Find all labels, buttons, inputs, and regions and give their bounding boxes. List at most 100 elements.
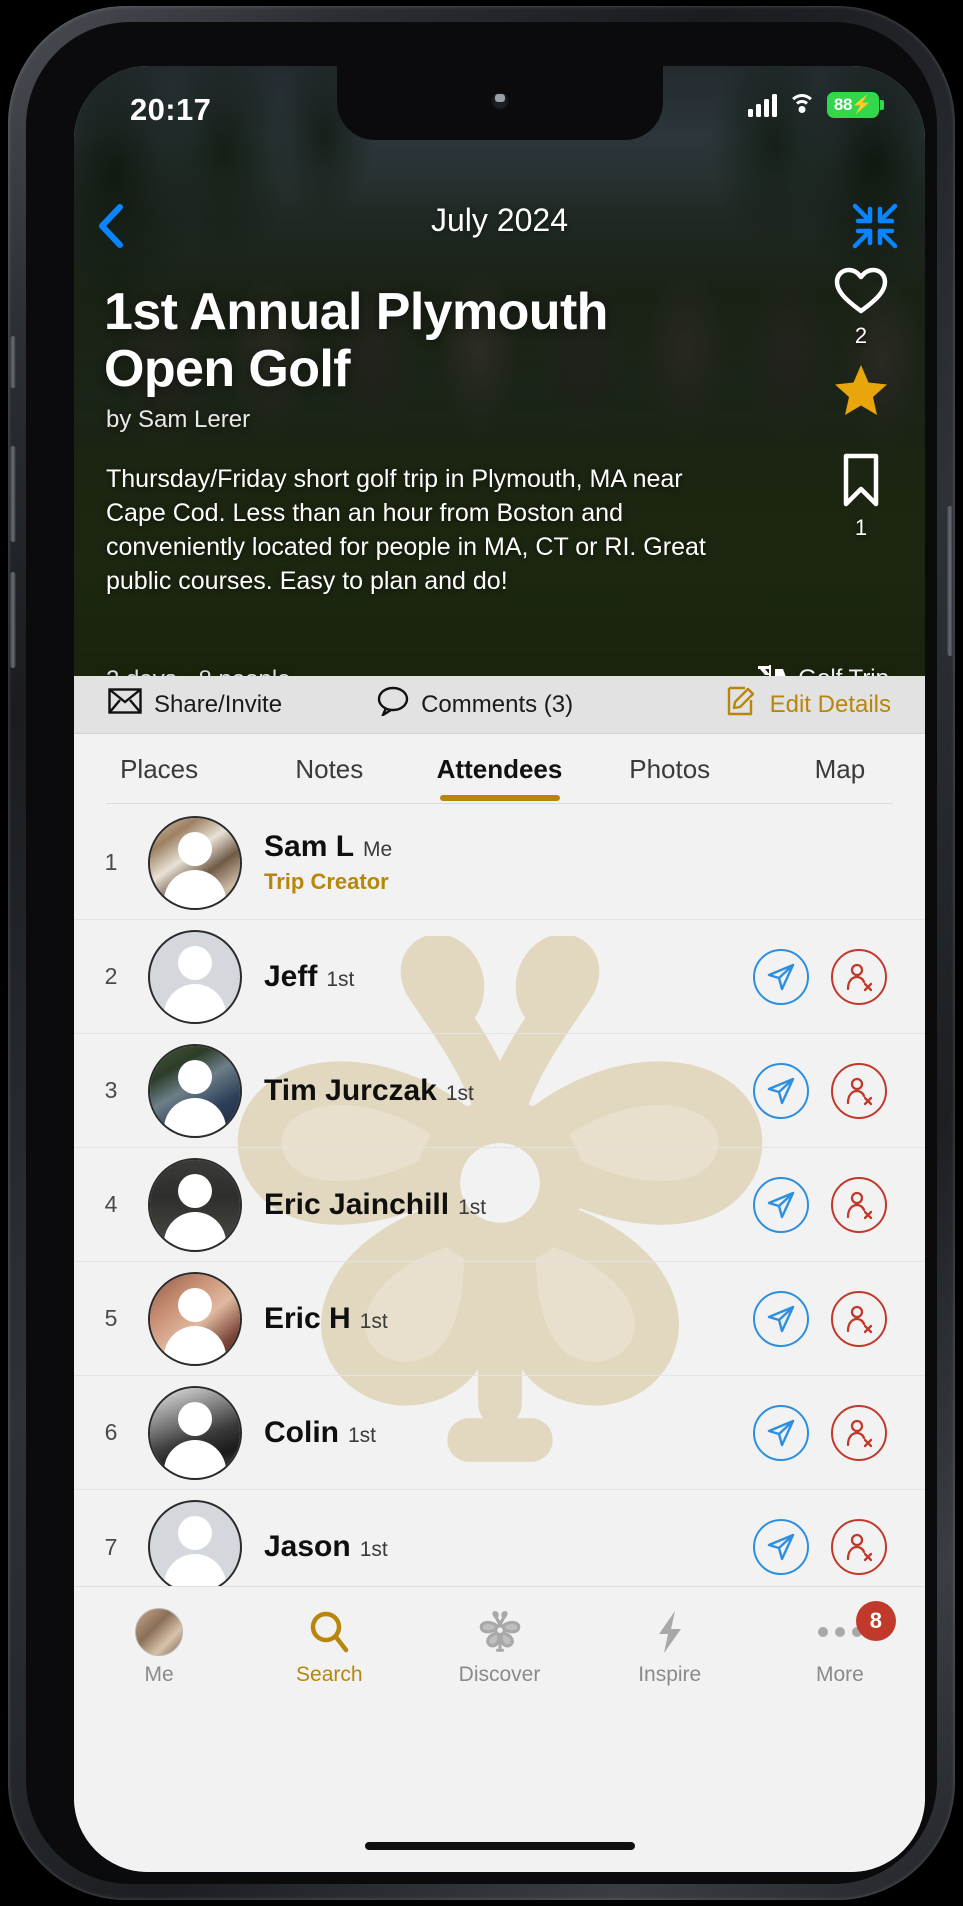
attendee-degree: 1st <box>326 967 355 991</box>
power-button[interactable] <box>947 506 953 656</box>
remove-person-icon[interactable] <box>831 1290 887 1347</box>
comments-button[interactable]: Comments (3) <box>377 686 573 723</box>
attendee-name: Tim Jurczak <box>264 1073 437 1107</box>
nav-item-search[interactable]: Search <box>244 1607 414 1687</box>
avatar[interactable] <box>148 1500 242 1586</box>
table-row[interactable]: 4 Eric Jainchill 1st <box>74 1148 925 1262</box>
envelope-icon <box>108 688 142 721</box>
table-row[interactable]: 5 Eric H 1st <box>74 1262 925 1376</box>
remove-person-icon[interactable] <box>831 1404 887 1461</box>
avatar-placeholder-icon <box>150 932 240 1022</box>
phone-frame: July 2024 1st Annual Plymouth Open Golf … <box>26 22 937 1884</box>
attendees-list[interactable]: 1 Sam L Me Trip Creator 2 Jeff 1st 3 Tim… <box>74 806 925 1586</box>
avatar-image <box>150 1387 240 1478</box>
collapse-arrows-icon[interactable] <box>849 200 901 252</box>
magnifier-icon <box>244 1607 414 1657</box>
nav-item-discover[interactable]: Discover <box>414 1607 584 1687</box>
send-paper-plane-icon[interactable] <box>753 1176 809 1233</box>
bottom-navigation: Me Search Discover Inspire 8 More <box>74 1586 925 1872</box>
star-button[interactable] <box>821 363 901 422</box>
send-paper-plane-icon[interactable] <box>753 1290 809 1347</box>
charging-bolt-icon: ⚡ <box>851 95 873 114</box>
row-actions <box>753 1519 887 1575</box>
nav-item-me[interactable]: Me <box>74 1607 244 1687</box>
status-indicators: 88 ⚡ <box>748 92 884 118</box>
send-paper-plane-icon[interactable] <box>753 948 809 1005</box>
bookmark-button[interactable]: 1 <box>821 452 901 541</box>
attendee-name: Colin <box>264 1415 339 1449</box>
trip-title: 1st Annual Plymouth Open Golf <box>104 283 608 398</box>
remove-person-icon[interactable] <box>831 1519 887 1575</box>
attendee-info: Colin 1st <box>264 1416 753 1450</box>
share-invite-label: Share/Invite <box>154 690 283 718</box>
avatar-image <box>150 817 240 908</box>
nav-item-more[interactable]: 8 More <box>755 1601 925 1687</box>
nav-item-inspire[interactable]: Inspire <box>585 1607 755 1687</box>
attendee-degree: 1st <box>445 1081 474 1105</box>
like-count: 2 <box>854 323 868 348</box>
attendee-name: Eric H <box>264 1301 351 1335</box>
table-row[interactable]: 2 Jeff 1st <box>74 920 925 1034</box>
avatar-image <box>150 1159 240 1250</box>
speech-bubble-icon <box>377 686 409 723</box>
cellular-signal-icon <box>748 93 777 117</box>
attendee-degree: Me <box>363 838 393 861</box>
table-row[interactable]: 3 Tim Jurczak 1st <box>74 1034 925 1148</box>
tab-attendees[interactable]: Attendees <box>414 736 584 805</box>
send-paper-plane-icon[interactable] <box>753 1404 809 1461</box>
row-index: 3 <box>104 1077 118 1103</box>
table-row[interactable]: 1 Sam L Me Trip Creator <box>74 806 925 920</box>
nav-label: Discover <box>458 1663 541 1686</box>
share-invite-button[interactable]: Share/Invite <box>108 688 282 721</box>
home-indicator[interactable] <box>364 1842 635 1850</box>
row-index: 7 <box>104 1533 118 1560</box>
status-time: 20:17 <box>130 92 212 127</box>
avatar[interactable] <box>148 815 242 910</box>
attendee-name-line: Eric H 1st <box>264 1302 753 1336</box>
nav-label: Inspire <box>638 1663 702 1686</box>
attendee-name-line: Jason 1st <box>264 1530 753 1564</box>
comments-label: Comments (3) <box>421 690 574 718</box>
silent-switch[interactable] <box>10 336 16 388</box>
volume-up-button[interactable] <box>10 446 16 542</box>
avatar[interactable] <box>148 1385 242 1480</box>
attendee-degree: 1st <box>359 1309 388 1333</box>
attendee-info: Jeff 1st <box>264 960 753 994</box>
tab-photos[interactable]: Photos <box>585 736 755 805</box>
send-paper-plane-icon[interactable] <box>753 1519 809 1575</box>
row-actions <box>753 948 887 1005</box>
tab-places[interactable]: Places <box>74 736 244 805</box>
wifi-icon <box>788 94 816 116</box>
remove-person-icon[interactable] <box>831 1062 887 1119</box>
attendee-name-line: Tim Jurczak 1st <box>264 1074 753 1108</box>
avatar[interactable] <box>148 1271 242 1366</box>
attendee-name: Jeff <box>264 959 318 993</box>
like-button[interactable]: 2 <box>821 266 901 349</box>
table-row[interactable]: 7 Jason 1st <box>74 1490 925 1586</box>
table-row[interactable]: 6 Colin 1st <box>74 1376 925 1490</box>
nav-label: Search <box>296 1663 363 1686</box>
avatar[interactable] <box>148 1157 242 1252</box>
attendee-name-line: Sam L Me <box>264 830 925 864</box>
volume-down-button[interactable] <box>10 572 16 668</box>
tab-notes[interactable]: Notes <box>244 736 414 805</box>
attendee-degree: 1st <box>458 1195 487 1219</box>
butterfly-icon <box>414 1607 584 1657</box>
row-index: 1 <box>104 849 118 875</box>
send-paper-plane-icon[interactable] <box>753 1062 809 1119</box>
nav-label: More <box>815 1663 864 1686</box>
avatar-image <box>150 1045 240 1136</box>
trip-description: Thursday/Friday short golf trip in Plymo… <box>106 465 706 595</box>
remove-person-icon[interactable] <box>831 948 887 1005</box>
remove-person-icon[interactable] <box>831 1176 887 1233</box>
edit-details-button[interactable]: Edit Details <box>726 685 891 724</box>
tab-map[interactable]: Map <box>755 736 925 805</box>
avatar[interactable] <box>148 929 242 1024</box>
content-tabs: Places Notes Attendees Photos Map <box>74 734 925 806</box>
device-notch <box>336 66 663 140</box>
avatar-placeholder-icon <box>150 1502 240 1586</box>
battery-percent: 88 <box>833 95 853 114</box>
phone-screen: July 2024 1st Annual Plymouth Open Golf … <box>74 66 925 1872</box>
avatar[interactable] <box>148 1043 242 1138</box>
row-index: 2 <box>104 963 118 989</box>
